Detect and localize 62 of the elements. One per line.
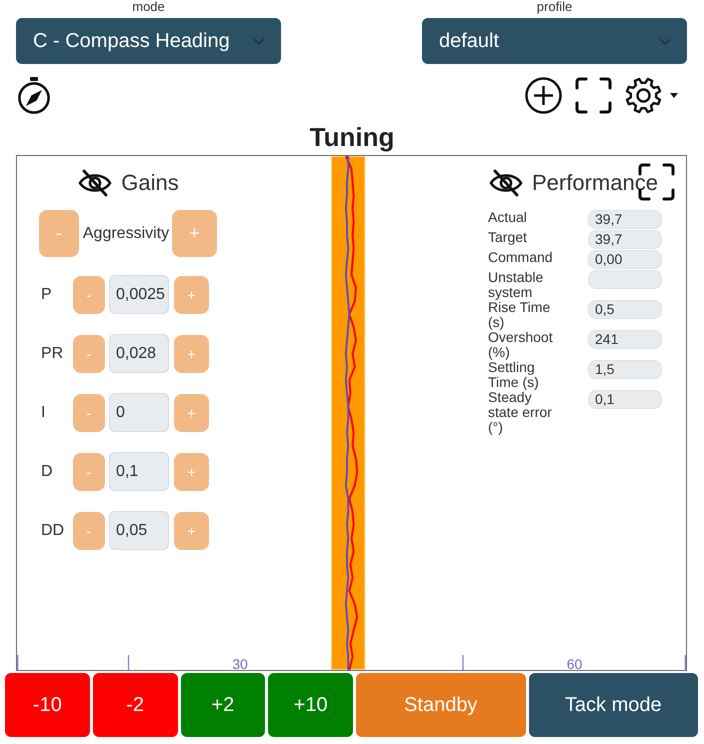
increase-button[interactable]: + <box>172 210 217 257</box>
gain-value-field[interactable]: 0,028 <box>109 334 169 373</box>
gain-label: PR <box>40 344 64 362</box>
decrease-button[interactable]: - <box>73 276 105 314</box>
metric-label: Rise Time (s) <box>488 300 552 330</box>
chevron-icon <box>659 38 671 44</box>
gain-label: DD <box>40 522 66 540</box>
step-button[interactable]: +10 <box>268 673 353 737</box>
metric-value-field: 0,1 <box>588 390 662 409</box>
profile-dropdown[interactable]: default <box>422 18 687 64</box>
metric-label: Target <box>488 230 528 245</box>
settings-icon[interactable] <box>625 76 662 114</box>
increase-button[interactable]: + <box>174 334 209 372</box>
eye-slash-icon[interactable] <box>488 168 524 198</box>
axis-tick-label: 60 <box>566 656 582 670</box>
metric-label: Unstable system <box>488 270 544 300</box>
caret-icon[interactable] <box>670 92 678 98</box>
axis-tick-label: 30 <box>232 656 248 670</box>
aggressivity-label: Aggressivity <box>82 224 170 242</box>
metric-label: Settling Time (s) <box>488 360 540 390</box>
metric-value-field: 1,5 <box>588 360 662 379</box>
action-button[interactable]: Tack mode <box>528 673 698 737</box>
metric-value-field: 39,7 <box>588 230 662 249</box>
metric-value-field: 241 <box>588 330 662 349</box>
increase-button[interactable]: + <box>174 452 209 490</box>
gain-value-field[interactable]: 0,05 <box>109 511 169 550</box>
gains-title: Gains <box>121 170 179 196</box>
add-icon[interactable] <box>525 76 562 114</box>
action-button[interactable]: Standby <box>356 673 526 737</box>
metric-value-field: 0,5 <box>588 300 662 319</box>
eye-slash-icon[interactable] <box>77 168 114 198</box>
profile-label: profile <box>536 0 572 14</box>
increase-button[interactable]: + <box>174 394 209 432</box>
metric-value-field: 0,00 <box>588 250 662 269</box>
decrease-button[interactable]: - <box>73 512 105 550</box>
step-button[interactable]: -10 <box>5 673 90 737</box>
decrease-button[interactable]: - <box>39 210 79 257</box>
metric-label: Overshoot (%) <box>488 330 554 360</box>
metric-label: Actual <box>488 210 528 225</box>
gain-label: I <box>40 404 46 422</box>
gain-value-field[interactable]: 0 <box>109 393 169 432</box>
metric-value-field: 39,7 <box>588 210 662 229</box>
compass-icon[interactable] <box>16 76 52 114</box>
metric-label: Steady state error (°) <box>488 390 553 435</box>
gain-value-field[interactable]: 0,1 <box>109 452 169 491</box>
mode-label: mode <box>132 0 165 14</box>
performance-title: Performance <box>532 170 658 196</box>
mode-dropdown[interactable]: C - Compass Heading <box>16 18 281 64</box>
fullscreen-icon[interactable] <box>575 76 612 114</box>
increase-button[interactable]: + <box>174 276 209 314</box>
gain-label: P <box>40 286 53 304</box>
decrease-button[interactable]: - <box>73 334 105 372</box>
chevron-icon <box>253 38 265 44</box>
step-button[interactable]: +2 <box>180 673 266 737</box>
gain-value-field[interactable]: 0,0025 <box>109 275 169 314</box>
tuning-title: Tuning <box>308 122 396 152</box>
increase-button[interactable]: + <box>174 512 209 550</box>
decrease-button[interactable]: - <box>73 394 105 432</box>
decrease-button[interactable]: - <box>73 452 105 490</box>
metric-label: Command <box>488 250 554 265</box>
gain-label: D <box>40 462 54 480</box>
step-button[interactable]: -2 <box>92 673 178 737</box>
